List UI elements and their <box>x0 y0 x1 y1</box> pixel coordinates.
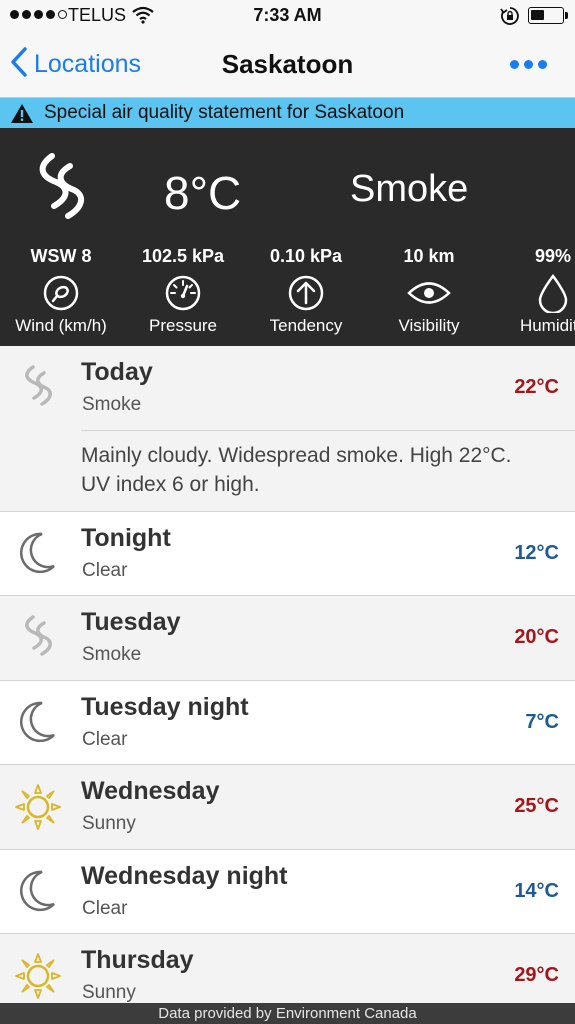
stat-visibility: 10 km Visibility <box>364 246 494 336</box>
period-title: Today <box>81 358 153 386</box>
forecast-list: Today Smoke 22°C Mainly cloudy. Widespre… <box>0 346 575 1019</box>
period-condition: Clear <box>82 898 128 919</box>
air-quality-alert-banner[interactable]: Special air quality statement for Saskat… <box>0 98 575 128</box>
period-temperature: 29°C <box>514 964 559 986</box>
period-condition: Sunny <box>82 982 136 1003</box>
alert-text: Special air quality statement for Saskat… <box>44 102 405 123</box>
period-detail-text: Mainly cloudy. Widespread smoke. High 22… <box>81 430 575 499</box>
period-title: Wednesday night <box>81 862 288 890</box>
page-title: Saskatoon <box>221 49 354 79</box>
pressure-gauge-icon <box>118 270 248 316</box>
arrow-up-circle-icon <box>241 270 371 316</box>
water-drop-icon <box>488 270 575 316</box>
stat-value: 99% <box>534 246 572 266</box>
stat-value: 0.10 kPa <box>269 246 343 266</box>
moon-icon <box>14 699 62 747</box>
stat-label: Humidity <box>519 316 575 335</box>
stat-value: WSW 8 <box>30 246 92 266</box>
stat-humidity: 99% Humidity <box>488 246 575 336</box>
forecast-row-tuesday-night[interactable]: Tuesday night Clear 7°C <box>0 681 575 765</box>
smoke-icon <box>30 152 94 227</box>
stat-wind: WSW 8 Wind (km/h) <box>0 246 126 336</box>
more-options-button[interactable] <box>510 60 547 69</box>
period-temperature: 7°C <box>525 711 559 733</box>
stat-label: Pressure <box>148 316 218 335</box>
period-condition: Clear <box>82 560 128 581</box>
smoke-icon <box>20 614 68 662</box>
period-temperature: 12°C <box>514 542 559 564</box>
current-condition: Smoke <box>350 168 469 210</box>
period-condition: Smoke <box>82 394 142 415</box>
period-temperature: 22°C <box>514 376 559 398</box>
battery-level <box>531 10 544 20</box>
status-bar: TELUS 7:33 AM <box>0 0 575 32</box>
forecast-row-today[interactable]: Today Smoke 22°C Mainly cloudy. Widespre… <box>0 346 575 512</box>
wind-dial-icon <box>0 270 126 316</box>
stat-pressure: 102.5 kPa Pressure <box>118 246 248 336</box>
period-title: Tonight <box>81 524 171 552</box>
period-temperature: 25°C <box>514 795 559 817</box>
battery-icon <box>528 7 564 24</box>
current-temperature: 8°C <box>164 167 242 219</box>
period-condition: Sunny <box>82 813 136 834</box>
period-temperature: 14°C <box>514 880 559 902</box>
clock: 7:33 AM <box>253 5 322 25</box>
moon-icon <box>14 868 62 916</box>
period-title: Tuesday night <box>81 693 249 721</box>
period-title: Thursday <box>81 946 194 974</box>
sun-icon <box>14 783 62 831</box>
period-condition: Smoke <box>82 644 142 665</box>
period-title: Tuesday <box>81 608 181 636</box>
forecast-row-tonight[interactable]: Tonight Clear 12°C <box>0 512 575 596</box>
warning-icon <box>10 103 34 124</box>
battery-tip <box>565 12 568 19</box>
period-temperature: 20°C <box>514 626 559 648</box>
more-dot-icon <box>510 60 519 69</box>
eye-icon <box>364 270 494 316</box>
stat-value: 10 km <box>403 246 455 266</box>
moon-icon <box>14 530 62 578</box>
sun-icon <box>14 952 62 1000</box>
stat-label: Wind (km/h) <box>15 316 107 335</box>
stat-label: Tendency <box>269 316 343 335</box>
period-title: Wednesday <box>81 777 220 805</box>
data-attribution-footer: Data provided by Environment Canada <box>0 1003 575 1024</box>
forecast-row-tuesday[interactable]: Tuesday Smoke 20°C <box>0 596 575 681</box>
current-conditions: 8°C Smoke WSW 8 Wind (km/h) 102.5 kPa Pr… <box>0 128 575 346</box>
orientation-lock-icon <box>500 6 520 31</box>
navigation-bar: Locations Saskatoon <box>0 32 575 98</box>
forecast-row-wednesday[interactable]: Wednesday Sunny 25°C <box>0 765 575 850</box>
more-dot-icon <box>524 60 533 69</box>
period-condition: Clear <box>82 729 128 750</box>
more-dot-icon <box>538 60 547 69</box>
stat-label: Visibility <box>398 316 460 335</box>
smoke-icon <box>20 364 68 412</box>
forecast-row-wednesday-night[interactable]: Wednesday night Clear 14°C <box>0 850 575 934</box>
stat-value: 102.5 kPa <box>141 246 225 266</box>
stat-tendency: 0.10 kPa Tendency <box>241 246 371 336</box>
